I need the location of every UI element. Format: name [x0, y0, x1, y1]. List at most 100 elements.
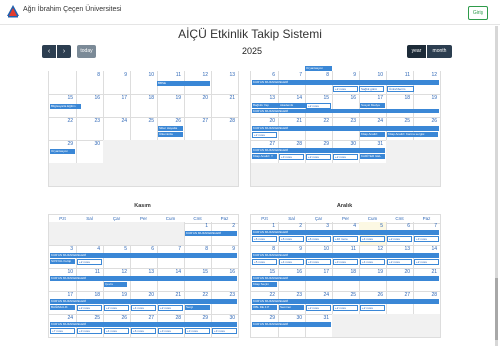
day-cell[interactable]: 25	[130, 117, 158, 140]
event-bar[interactable]: ÖBL DE 4 P	[252, 305, 277, 310]
event-bar[interactable]: SOSYAL Kulüp	[50, 259, 75, 264]
more-link[interactable]: +2 more	[77, 305, 102, 311]
event-bar[interactable]: KUR'AN MUZAKERELERİ	[252, 322, 331, 327]
day-number[interactable]: 24	[377, 118, 383, 124]
day-cell[interactable]: 10	[130, 71, 158, 94]
day-number[interactable]: 14	[296, 95, 302, 101]
day-number[interactable]: 15	[323, 95, 329, 101]
day-number[interactable]: 21	[296, 118, 302, 124]
event-bar[interactable]: KUR'AN MUZAKERELERİ	[50, 276, 237, 281]
event-bar[interactable]: Bağlılık Yap	[252, 103, 279, 108]
day-number[interactable]: 4	[97, 246, 100, 252]
day-number[interactable]: 27	[269, 141, 275, 147]
day-cell[interactable]: 17	[103, 94, 131, 117]
page-scrollbar-thumb[interactable]	[495, 278, 498, 340]
event-bar[interactable]: Sergi	[185, 305, 210, 310]
more-link[interactable]: +6 more	[306, 236, 331, 242]
day-number[interactable]: 12	[121, 269, 127, 275]
day-number[interactable]: 9	[232, 246, 235, 252]
day-number[interactable]: 23	[94, 118, 100, 124]
day-number[interactable]: 14	[431, 246, 437, 252]
event-bar[interactable]: Kitap Seçim	[252, 282, 277, 287]
day-cell[interactable]: 18	[386, 94, 414, 117]
day-number[interactable]: 23	[350, 118, 356, 124]
day-number[interactable]: 19	[377, 269, 383, 275]
day-number[interactable]: 16	[350, 95, 356, 101]
day-number[interactable]: 31	[377, 141, 383, 147]
day-number[interactable]: 17	[121, 95, 127, 101]
event-bar[interactable]: KUR'AN MUZAKERELERİ	[50, 322, 237, 327]
day-number[interactable]: 21	[229, 95, 235, 101]
day-number[interactable]: 13	[229, 72, 235, 78]
day-number[interactable]: 24	[67, 315, 73, 321]
more-link[interactable]: +2 more	[333, 154, 358, 160]
event-bar[interactable]: Kitap Analizi	[360, 132, 385, 137]
more-link[interactable]: +2 more	[158, 305, 183, 311]
event-bar[interactable]: KUR'AN MUZAKERELERİ	[252, 299, 439, 304]
more-link[interactable]: +6 more	[279, 236, 304, 242]
day-number[interactable]: 18	[148, 95, 154, 101]
day-number[interactable]: 7	[299, 72, 302, 78]
day-number[interactable]: 14	[175, 269, 181, 275]
day-number[interactable]: 3	[70, 246, 73, 252]
day-number[interactable]: 15	[202, 269, 208, 275]
day-number[interactable]: 8	[272, 246, 275, 252]
day-number[interactable]: 17	[377, 95, 383, 101]
day-number[interactable]: 31	[323, 315, 329, 321]
event-bar[interactable]: Sosyal Medya	[360, 103, 385, 108]
event-bar[interactable]: KUR'AN MUZAKERELERİ	[252, 253, 439, 258]
day-number[interactable]: 10	[67, 269, 73, 275]
year-view-button[interactable]: year	[407, 45, 426, 58]
more-link[interactable]: +3 more	[185, 328, 210, 334]
more-link[interactable]: +3 more	[306, 259, 331, 265]
event-bar[interactable]: KUR'AN MUZAKERELERİ	[252, 126, 439, 131]
more-link[interactable]: +2 more	[252, 132, 277, 138]
day-number[interactable]: 9	[299, 246, 302, 252]
day-number[interactable]: 6	[407, 223, 410, 229]
day-number[interactable]: 23	[229, 292, 235, 298]
day-number[interactable]: 27	[148, 315, 154, 321]
day-number[interactable]: 19	[121, 292, 127, 298]
more-link[interactable]: +2 more	[360, 305, 385, 311]
day-number[interactable]: 29	[323, 141, 329, 147]
day-number[interactable]: 5	[380, 223, 383, 229]
day-number[interactable]: 21	[431, 269, 437, 275]
event-bar[interactable]: KUR'AN MUZAKERELERİ	[252, 109, 439, 113]
day-number[interactable]: 28	[175, 315, 181, 321]
day-number[interactable]: 25	[94, 315, 100, 321]
day-number[interactable]: 12	[431, 72, 437, 78]
day-number[interactable]: 11	[405, 72, 410, 78]
day-cell[interactable]: 27	[184, 117, 212, 140]
day-number[interactable]: 7	[434, 223, 437, 229]
day-number[interactable]: 11	[95, 269, 100, 275]
day-number[interactable]: 10	[377, 72, 383, 78]
day-number[interactable]: 24	[121, 118, 127, 124]
day-number[interactable]: 5	[124, 246, 127, 252]
month-view-button[interactable]: month	[427, 45, 452, 58]
event-bar[interactable]: KUR'AN MUZAKERELERİ	[185, 231, 237, 236]
day-number[interactable]: 20	[404, 269, 410, 275]
day-cell[interactable]: 19	[413, 94, 441, 117]
day-cell[interactable]: 20	[184, 94, 212, 117]
event-bar[interactable]: Siber Hayatta	[158, 126, 183, 131]
day-number[interactable]: 21	[175, 292, 181, 298]
day-number[interactable]: 13	[404, 246, 410, 252]
more-link[interactable]: +2 more	[333, 305, 358, 311]
more-link[interactable]: Sağlık günü	[359, 86, 384, 92]
day-number[interactable]: 13	[269, 95, 275, 101]
more-link[interactable]: +2 more	[414, 259, 439, 265]
more-link[interactable]: +2 more	[333, 86, 358, 92]
more-link[interactable]: +4 more	[360, 236, 385, 242]
day-number[interactable]: 11	[176, 72, 181, 78]
day-cell[interactable]: 23	[76, 117, 104, 140]
day-cell[interactable]: 13	[211, 71, 239, 94]
day-number[interactable]: 18	[350, 269, 356, 275]
day-cell[interactable]: 28	[211, 117, 239, 140]
day-number[interactable]: 6	[272, 72, 275, 78]
more-link[interactable]: +4 more	[360, 259, 385, 265]
day-number[interactable]: 16	[94, 95, 100, 101]
day-number[interactable]: 15	[67, 95, 73, 101]
day-number[interactable]: 30	[296, 315, 302, 321]
day-number[interactable]: 8	[205, 246, 208, 252]
university-logo[interactable]	[6, 4, 20, 18]
